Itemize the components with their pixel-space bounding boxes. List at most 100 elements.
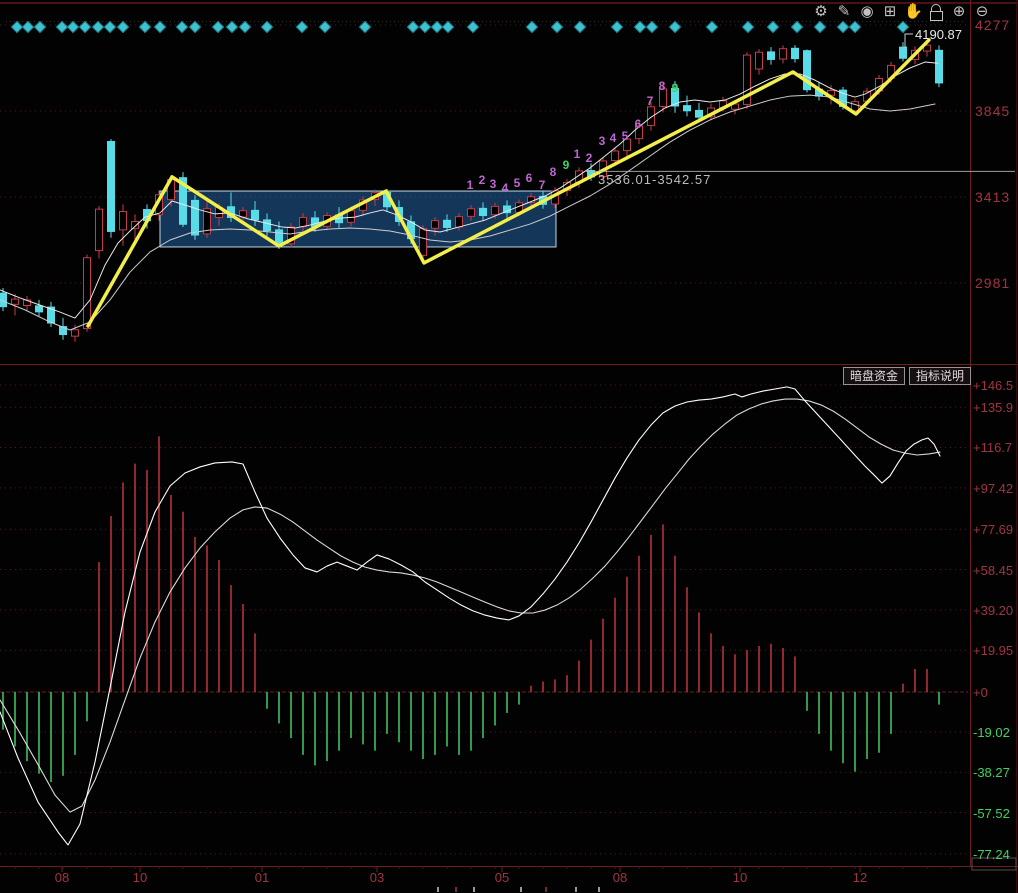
candlestick	[792, 48, 799, 58]
settings-icon[interactable]: ⚙	[812, 3, 830, 21]
candlestick	[456, 217, 463, 227]
signal-diamond-icon	[79, 21, 90, 32]
price-axis-label: 4277	[975, 17, 1010, 33]
candlestick	[852, 102, 859, 111]
signal-diamond-icon	[296, 21, 307, 32]
indicator-axis-label: +135.9	[973, 400, 1013, 415]
month-axis-label: 12	[853, 870, 867, 885]
signal-diamond-icon	[407, 21, 418, 32]
draw-icon[interactable]: ✎	[835, 3, 853, 21]
td-sequence-number: 7	[539, 178, 546, 192]
candlestick	[756, 52, 763, 69]
signal-diamond-icon	[742, 21, 753, 32]
candlestick	[696, 110, 703, 117]
candlestick	[348, 211, 355, 223]
td-sequence-number: 5	[514, 176, 521, 190]
clipped-panel-mark	[575, 887, 577, 892]
resistance-range-label: 3536.01-3542.57	[598, 172, 711, 187]
indicator-axis-label: -19.02	[973, 725, 1010, 740]
signal-diamond-icon	[551, 21, 562, 32]
candlestick	[36, 306, 43, 312]
latest-high-annotation: 4190.87	[915, 27, 962, 42]
signal-diamond-icon	[467, 21, 478, 32]
signal-diamond-icon	[359, 21, 370, 32]
indicator-axis-label: -77.24	[973, 847, 1010, 862]
signal-diamond-icon	[319, 21, 330, 32]
signal-diamond-icon	[189, 21, 200, 32]
month-axis-label: 01	[255, 870, 269, 885]
signal-diamond-icon	[849, 21, 860, 32]
signal-diamond-icon	[34, 21, 45, 32]
td-sequence-number: 4	[610, 131, 617, 145]
chart-toolbar: ⚙ ✎ ◉ ⊞ ✋ ⊕ ⊖	[812, 3, 991, 21]
month-axis-label: 10	[733, 870, 747, 885]
signal-diamond-icon	[67, 21, 78, 32]
price-axis-label: 3413	[975, 189, 1010, 205]
signal-diamond-icon	[526, 21, 537, 32]
eye-icon[interactable]: ◉	[858, 3, 876, 21]
month-axis-label: 08	[55, 870, 69, 885]
td-sequence-number: 4	[502, 181, 509, 195]
signal-diamond-icon	[56, 21, 67, 32]
signal-diamond-icon	[226, 21, 237, 32]
td-sequence-nine: 9	[563, 158, 570, 172]
dark-pool-funds-button[interactable]: 暗盘资金	[843, 367, 905, 385]
stock-chart-window: ⚙ ✎ ◉ ⊞ ✋ ⊕ ⊖ 暗盘资金 指标说明 4190.87 3536.01-…	[0, 0, 1018, 893]
td-sequence-number: 8	[659, 79, 666, 93]
td-sequence-nine: 9	[672, 81, 679, 95]
candlestick	[768, 52, 775, 60]
pan-hand-icon[interactable]: ✋	[904, 3, 922, 21]
indicator-axis-label: +19.95	[973, 643, 1013, 658]
clipped-panel-mark	[545, 887, 547, 892]
clipped-panel-mark	[455, 887, 457, 892]
chart-canvas[interactable]	[0, 0, 1018, 893]
signal-diamond-icon	[669, 21, 680, 32]
month-axis-label: 08	[613, 870, 627, 885]
toolbox-icon[interactable]: ⊞	[881, 3, 899, 21]
candlestick	[72, 330, 79, 336]
signal-diamond-icon	[92, 21, 103, 32]
indicator-axis-label: -57.52	[973, 806, 1010, 821]
candlestick	[612, 151, 619, 161]
signal-diamond-icon	[837, 21, 848, 32]
signal-diamond-icon	[239, 21, 250, 32]
td-sequence-number: 5	[622, 129, 629, 143]
candlestick	[252, 210, 259, 220]
candlestick	[84, 258, 91, 329]
candlestick	[480, 208, 487, 215]
annotation-pointer	[905, 34, 913, 48]
lock-icon[interactable]	[927, 3, 945, 21]
signal-diamond-icon	[11, 21, 22, 32]
indicator-axis-label: +58.45	[973, 563, 1013, 578]
candlestick	[420, 229, 427, 256]
signal-diamond-icon	[634, 21, 645, 32]
signal-diamond-icon	[117, 21, 128, 32]
signal-diamond-icon	[897, 21, 908, 32]
price-axis-label: 3845	[975, 103, 1010, 119]
signal-diamond-icon	[419, 21, 430, 32]
indicator-help-button[interactable]: 指标说明	[909, 367, 971, 385]
td-sequence-number: 1	[467, 178, 474, 192]
signal-diamond-icon	[212, 21, 223, 32]
dea-line	[0, 399, 940, 812]
signal-diamond-icon	[431, 21, 442, 32]
signal-diamond-icon	[261, 21, 272, 32]
candlestick	[432, 221, 439, 229]
candlestick	[684, 106, 691, 111]
clipped-panel-mark	[520, 887, 522, 892]
candlestick	[132, 221, 139, 228]
candlestick	[300, 218, 307, 227]
candlestick	[492, 206, 499, 214]
indicator-axis-label: +97.42	[973, 481, 1013, 496]
signal-diamond-icon	[139, 21, 150, 32]
month-axis-label: 03	[370, 870, 384, 885]
candlestick	[96, 209, 103, 250]
lock-shackle	[931, 4, 941, 11]
indicator-axis-label: +116.7	[973, 440, 1012, 455]
candlestick	[192, 200, 199, 235]
td-sequence-number: 2	[479, 173, 486, 187]
clipped-panel-mark	[437, 887, 439, 892]
signal-diamond-icon	[791, 21, 802, 32]
candlestick	[900, 47, 907, 58]
zoom-in-icon[interactable]: ⊕	[950, 3, 968, 21]
